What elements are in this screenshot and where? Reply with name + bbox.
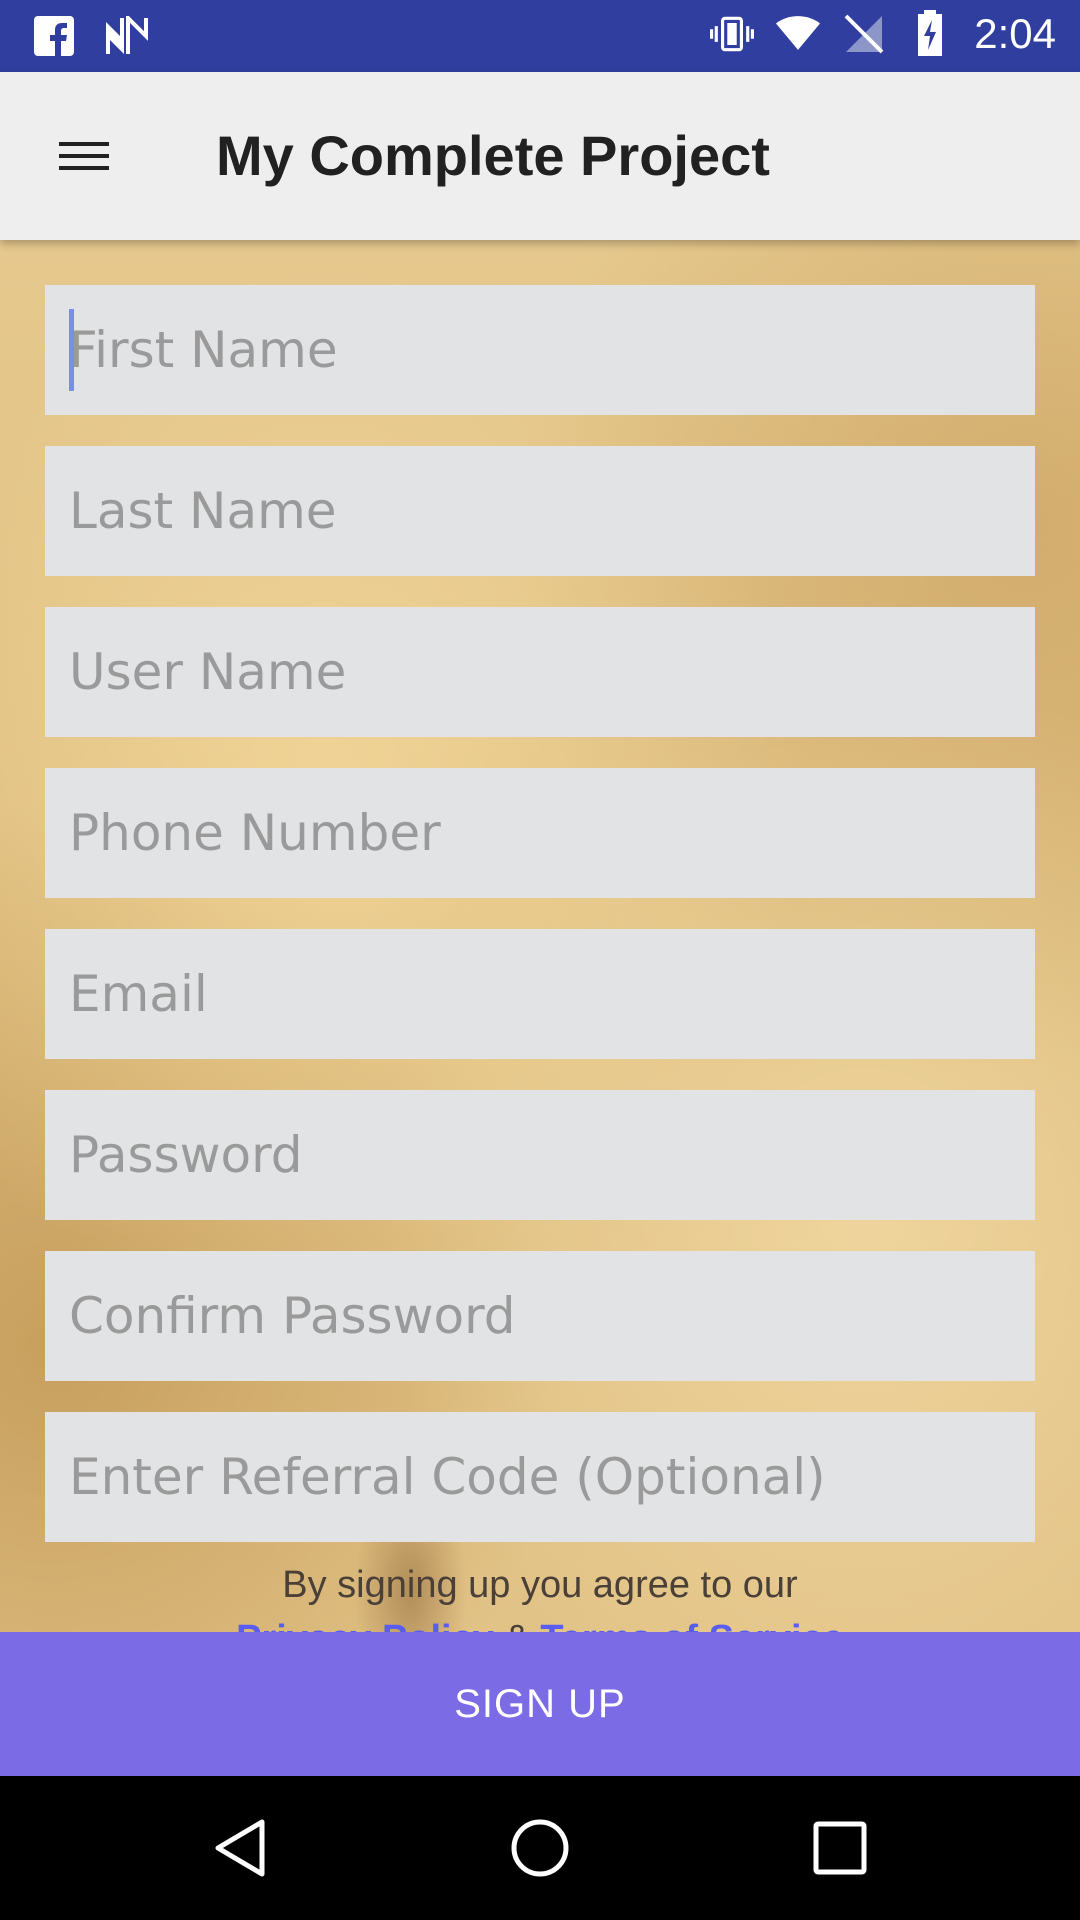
- vibrate-icon: [710, 12, 755, 56]
- phone-number-field[interactable]: [45, 768, 1035, 898]
- password-field[interactable]: [45, 1090, 1035, 1220]
- terms-ampersand: &: [504, 1618, 529, 1632]
- terms-of-service-link[interactable]: Terms of Service: [540, 1618, 843, 1632]
- app-bar: My Complete Project: [0, 72, 1080, 240]
- hamburger-menu-icon[interactable]: [44, 124, 124, 188]
- phone-number-input[interactable]: [69, 768, 1035, 898]
- status-time: 2:04: [974, 10, 1056, 57]
- recents-icon[interactable]: [800, 1812, 880, 1884]
- confirm-password-input[interactable]: [69, 1251, 1035, 1381]
- no-signal-icon: [842, 12, 886, 56]
- terms-links: Privacy Policy & Terms of Service: [0, 1618, 1080, 1632]
- referral-code-field[interactable]: [45, 1412, 1035, 1542]
- email-field[interactable]: [45, 929, 1035, 1059]
- confirm-password-field[interactable]: [45, 1251, 1035, 1381]
- last-name-field[interactable]: [45, 446, 1035, 576]
- facebook-icon: [32, 14, 76, 58]
- battery-charging-icon: [908, 10, 952, 56]
- status-bar: 2:04: [0, 0, 1080, 72]
- back-icon[interactable]: [200, 1812, 280, 1884]
- n-app-icon: [104, 14, 148, 58]
- user-name-field[interactable]: [45, 607, 1035, 737]
- last-name-input[interactable]: [69, 446, 1035, 576]
- terms-notice: By signing up you agree to our: [282, 1564, 798, 1606]
- home-icon[interactable]: [500, 1812, 580, 1884]
- sign-up-button[interactable]: SIGN UP: [0, 1632, 1080, 1776]
- wifi-icon: [776, 12, 821, 56]
- navigation-bar: [0, 1776, 1080, 1920]
- password-input[interactable]: [69, 1090, 1035, 1220]
- referral-code-input[interactable]: [69, 1412, 1035, 1542]
- page-title: My Complete Project: [216, 124, 770, 187]
- email-input[interactable]: [69, 929, 1035, 1059]
- first-name-field[interactable]: [45, 285, 1035, 415]
- privacy-policy-link[interactable]: Privacy Policy: [236, 1618, 494, 1632]
- text-cursor: [69, 309, 74, 391]
- user-name-input[interactable]: [69, 607, 1035, 737]
- signup-form: By signing up you agree to our Privacy P…: [0, 240, 1080, 1632]
- first-name-input[interactable]: [69, 285, 1035, 415]
